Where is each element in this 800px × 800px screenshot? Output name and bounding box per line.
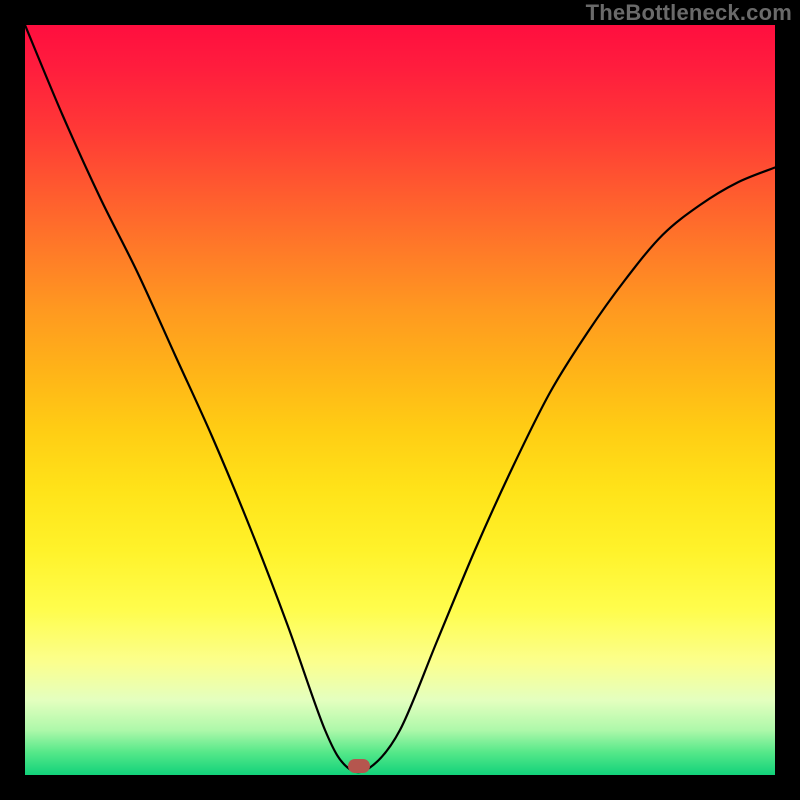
plot-area xyxy=(25,25,775,775)
bottleneck-curve xyxy=(25,25,775,772)
watermark-text: TheBottleneck.com xyxy=(586,0,792,26)
minimum-marker xyxy=(348,759,370,773)
curve-svg xyxy=(25,25,775,775)
